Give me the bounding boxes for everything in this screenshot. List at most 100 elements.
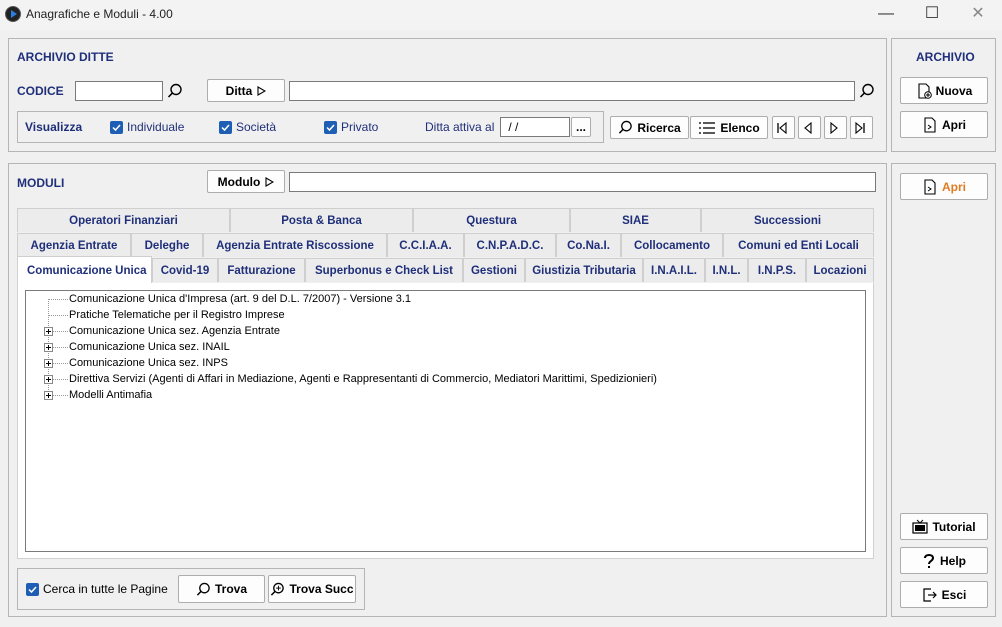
tab-siae[interactable]: SIAE: [570, 208, 701, 232]
tree-item[interactable]: Comunicazione Unica sez. Agenzia Entrate: [69, 325, 280, 337]
ditta-button-label: Ditta: [225, 83, 253, 98]
expand-plus-icon[interactable]: [44, 327, 53, 336]
moduli-title: MODULI: [17, 176, 65, 190]
ditta-search-icon[interactable]: [858, 82, 876, 100]
tutorial-label: Tutorial: [932, 519, 976, 534]
expand-plus-icon[interactable]: [44, 343, 53, 352]
tree-item[interactable]: Direttiva Servizi (Agenti di Affari in M…: [69, 373, 657, 385]
checkbox-checked-icon: [324, 120, 337, 134]
privato-checkbox[interactable]: Privato: [324, 120, 378, 134]
checkbox-checked-icon: [219, 120, 232, 134]
checkbox-checked-icon: [110, 120, 123, 134]
close-button[interactable]: ✕: [955, 0, 1001, 30]
trova-button[interactable]: Trova: [178, 575, 265, 603]
maximize-button[interactable]: ☐: [909, 0, 955, 30]
checkbox-checked-icon: [26, 582, 39, 596]
minimize-button[interactable]: —: [863, 0, 909, 30]
apri-modulo-button[interactable]: Apri: [900, 173, 988, 200]
tab-operatori-finanziari[interactable]: Operatori Finanziari: [17, 208, 230, 232]
nuova-button[interactable]: Nuova: [900, 77, 988, 104]
tab-inl[interactable]: I.N.L.: [705, 258, 748, 282]
tab-gestioni[interactable]: Gestioni: [463, 258, 525, 282]
elenco-button[interactable]: Elenco: [690, 116, 768, 139]
expand-plus-icon[interactable]: [44, 359, 53, 368]
tabs-row-3: Comunicazione Unica Covid-19 Fatturazion…: [17, 256, 874, 284]
tab-superbonus-check-list[interactable]: Superbonus e Check List: [305, 258, 463, 282]
codice-label: CODICE: [17, 84, 64, 98]
last-icon: [854, 121, 865, 134]
date-picker-button[interactable]: ...: [571, 117, 591, 137]
tab-agenzia-entrate[interactable]: Agenzia Entrate: [17, 233, 131, 257]
codice-search-icon[interactable]: [166, 82, 184, 100]
modulo-button[interactable]: Modulo: [207, 170, 285, 193]
tab-collocamento[interactable]: Collocamento: [621, 233, 723, 257]
tab-giustizia-tributaria[interactable]: Giustizia Tributaria: [525, 258, 643, 282]
individuale-label: Individuale: [127, 120, 185, 134]
trova-succ-button[interactable]: Trova Succ: [268, 575, 356, 603]
tab-comunicazione-unica[interactable]: Comunicazione Unica: [17, 256, 152, 284]
tab-inail[interactable]: I.N.A.I.L.: [643, 258, 705, 282]
modulo-button-label: Modulo: [217, 174, 261, 189]
search-next-icon: [271, 582, 285, 596]
tab-locazioni[interactable]: Locazioni: [806, 258, 874, 282]
open-document-icon: [924, 178, 936, 195]
tree-item[interactable]: Modelli Antimafia: [69, 389, 152, 401]
esci-button[interactable]: Esci: [900, 581, 988, 608]
search-icon: [196, 582, 210, 596]
trova-succ-label: Trova Succ: [289, 582, 354, 596]
modules-tree[interactable]: Comunicazione Unica d'Impresa (art. 9 de…: [25, 290, 866, 552]
apri-ditta-label: Apri: [942, 117, 966, 132]
expand-plus-icon[interactable]: [44, 375, 53, 384]
tab-inps[interactable]: I.N.P.S.: [748, 258, 806, 282]
tree-item[interactable]: Comunicazione Unica sez. INPS: [69, 357, 228, 369]
tutorial-button[interactable]: Tutorial: [900, 513, 988, 540]
privato-label: Privato: [341, 120, 379, 134]
codice-input[interactable]: [75, 81, 163, 101]
help-label: Help: [939, 553, 966, 568]
play-icon: [265, 176, 275, 187]
apri-modulo-label: Apri: [942, 179, 966, 194]
tab-deleghe[interactable]: Deleghe: [131, 233, 203, 257]
tree-item[interactable]: Pratiche Telematiche per il Registro Imp…: [69, 309, 285, 321]
apri-ditta-button[interactable]: Apri: [900, 111, 988, 138]
archivio-ditte-title: ARCHIVIO DITTE: [17, 50, 114, 64]
search-icon: [619, 120, 633, 134]
tabs-row-2: Agenzia Entrate Deleghe Agenzia Entrate …: [17, 233, 874, 257]
cerca-tutte-pagine-checkbox[interactable]: Cerca in tutte le Pagine: [26, 582, 168, 596]
tree-item[interactable]: Comunicazione Unica d'Impresa (art. 9 de…: [69, 293, 411, 305]
next-record-button[interactable]: [824, 116, 847, 139]
tab-fatturazione[interactable]: Fatturazione: [218, 258, 305, 282]
ricerca-button[interactable]: Ricerca: [610, 116, 689, 139]
tv-icon: [912, 519, 929, 534]
next-icon: [829, 121, 838, 134]
societa-label: Società: [236, 120, 277, 134]
expand-plus-icon[interactable]: [44, 391, 53, 400]
question-icon: [923, 553, 934, 568]
list-icon: [699, 121, 716, 134]
play-icon: [257, 85, 267, 96]
tree-item[interactable]: Comunicazione Unica sez. INAIL: [69, 341, 230, 353]
exit-icon: [923, 587, 937, 602]
tab-questura[interactable]: Questura: [413, 208, 570, 232]
ditta-attiva-date-input[interactable]: [500, 117, 570, 137]
societa-checkbox[interactable]: Società: [219, 120, 276, 134]
tab-agenzia-entrate-riscossione[interactable]: Agenzia Entrate Riscossione: [203, 233, 387, 257]
ditta-input[interactable]: [289, 81, 855, 101]
help-button[interactable]: Help: [900, 547, 988, 574]
first-record-button[interactable]: [772, 116, 795, 139]
archivio-side-title: ARCHIVIO: [916, 50, 975, 64]
tabs-row-1: Operatori Finanziari Posta & Banca Quest…: [17, 208, 874, 232]
last-record-button[interactable]: [850, 116, 873, 139]
ditta-button[interactable]: Ditta: [207, 79, 285, 102]
tab-covid-19[interactable]: Covid-19: [152, 258, 218, 282]
tab-conai[interactable]: Co.Na.I.: [556, 233, 621, 257]
modulo-input[interactable]: [289, 172, 876, 192]
individuale-checkbox[interactable]: Individuale: [110, 120, 184, 134]
tab-cnpadc[interactable]: C.N.P.A.D.C.: [464, 233, 556, 257]
tab-posta-banca[interactable]: Posta & Banca: [230, 208, 413, 232]
previous-record-button[interactable]: [798, 116, 821, 139]
tab-cciaa[interactable]: C.C.I.A.A.: [387, 233, 464, 257]
ditta-attiva-label: Ditta attiva al: [425, 120, 495, 134]
tab-comuni-enti-locali[interactable]: Comuni ed Enti Locali: [723, 233, 874, 257]
tab-successioni[interactable]: Successioni: [701, 208, 874, 232]
